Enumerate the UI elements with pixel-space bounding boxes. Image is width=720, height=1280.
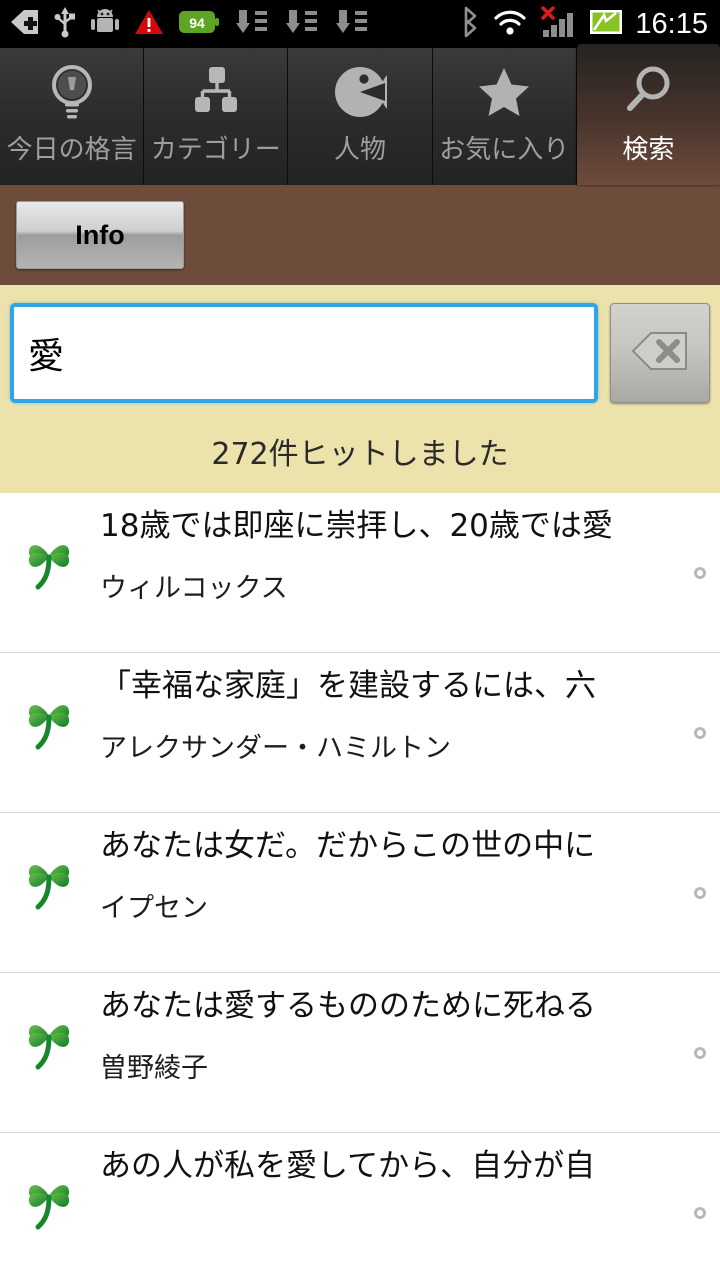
tab-bar: 今日の格言 カテゴリー 人物 お気に入り 検索 xyxy=(0,44,720,185)
battery-icon: 94 xyxy=(178,9,220,39)
quote-text: あなたは愛するもののために死ねる xyxy=(100,988,596,1024)
signal-bars-icon xyxy=(539,6,577,42)
search-row: 愛 xyxy=(0,303,720,403)
row-marker-icon xyxy=(694,1046,706,1059)
row-marker-icon xyxy=(694,1206,706,1219)
list-item[interactable]: あなたは愛するもののために死ねる 曽野綾子 xyxy=(0,973,720,1133)
list-item[interactable]: あなたは女だ。だからこの世の中に イプセン xyxy=(0,813,720,973)
quote-text: 「幸福な家庭」を建設するには、六 xyxy=(100,668,596,704)
quote-text: あなたは女だ。だからこの世の中に xyxy=(100,828,596,864)
tab-category[interactable]: カテゴリー xyxy=(144,48,289,185)
hierarchy-icon xyxy=(189,61,243,123)
tab-label: 検索 xyxy=(622,135,675,165)
android-debug-icon xyxy=(90,8,120,40)
tab-label: お気に入り xyxy=(439,135,570,165)
lightbulb-icon xyxy=(45,61,99,123)
search-input[interactable]: 愛 xyxy=(10,303,598,403)
four-leaf-clover-icon xyxy=(0,987,100,1073)
row-marker-icon xyxy=(694,886,706,899)
list-item-body: 「幸福な家庭」を建設するには、六 アレクサンダー・ハミルトン xyxy=(100,667,720,765)
wifi-icon xyxy=(493,8,527,40)
results-list: 18歳では即座に崇拝し、20歳では愛 ウィルコックス 「幸福な家庭」を建設するに… xyxy=(0,493,720,1280)
person-face-icon xyxy=(333,61,387,123)
tab-person[interactable]: 人物 xyxy=(288,48,433,185)
clear-search-button[interactable] xyxy=(610,303,710,403)
hits-count-label: 272件ヒットしました xyxy=(211,437,509,472)
four-leaf-clover-icon xyxy=(0,1147,100,1233)
list-item-body: あの人が私を愛してから、自分が自 xyxy=(100,1147,720,1206)
status-bar: 94 16:15 xyxy=(0,0,720,48)
signal-indicator-icon xyxy=(589,9,623,39)
search-panel: 愛 272件ヒットしました xyxy=(0,285,720,493)
list-item-body: あなたは女だ。だからこの世の中に イプセン xyxy=(100,827,720,925)
four-leaf-clover-icon xyxy=(0,827,100,913)
author-text: ウィルコックス xyxy=(100,572,288,604)
tab-label: 今日の格言 xyxy=(6,135,137,165)
vpn-key-icon xyxy=(10,8,40,40)
svg-text:94: 94 xyxy=(189,15,205,31)
tab-label: カテゴリー xyxy=(150,135,281,165)
list-item[interactable]: あの人が私を愛してから、自分が自 xyxy=(0,1133,720,1280)
tab-today-quote[interactable]: 今日の格言 xyxy=(0,48,145,185)
status-bar-clock: 16:15 xyxy=(635,8,708,40)
four-leaf-clover-icon xyxy=(0,507,100,593)
search-input-value: 愛 xyxy=(28,336,65,377)
bluetooth-icon xyxy=(459,6,481,42)
search-icon xyxy=(621,61,675,123)
author-text: イプセン xyxy=(100,892,208,924)
author-text: 曽野綾子 xyxy=(100,1052,208,1084)
download-icon xyxy=(234,8,270,40)
list-item-body: あなたは愛するもののために死ねる 曽野綾子 xyxy=(100,987,720,1085)
tab-favorites[interactable]: お気に入り xyxy=(432,48,577,185)
list-item-body: 18歳では即座に崇拝し、20歳では愛 ウィルコックス xyxy=(100,507,720,605)
download-icon xyxy=(334,8,370,40)
download-icon xyxy=(284,8,320,40)
backspace-delete-icon xyxy=(631,330,689,376)
tab-label: 人物 xyxy=(334,135,387,165)
status-bar-left-icons: 94 xyxy=(10,6,370,42)
author-text: アレクサンダー・ハミルトン xyxy=(100,732,451,764)
warning-icon xyxy=(134,8,164,40)
info-button[interactable]: Info xyxy=(16,201,184,269)
row-marker-icon xyxy=(694,566,706,579)
row-marker-icon xyxy=(694,726,706,739)
quote-text: 18歳では即座に崇拝し、20歳では愛 xyxy=(100,508,613,544)
list-item[interactable]: 18歳では即座に崇拝し、20歳では愛 ウィルコックス xyxy=(0,493,720,653)
four-leaf-clover-icon xyxy=(0,667,100,753)
info-toolbar: Info xyxy=(0,185,720,285)
star-icon xyxy=(475,61,533,123)
tab-search[interactable]: 検索 xyxy=(576,44,720,185)
list-item[interactable]: 「幸福な家庭」を建設するには、六 アレクサンダー・ハミルトン xyxy=(0,653,720,813)
usb-icon xyxy=(54,6,76,42)
status-bar-right-icons: 16:15 xyxy=(459,0,708,48)
quote-text: あの人が私を愛してから、自分が自 xyxy=(100,1148,596,1184)
